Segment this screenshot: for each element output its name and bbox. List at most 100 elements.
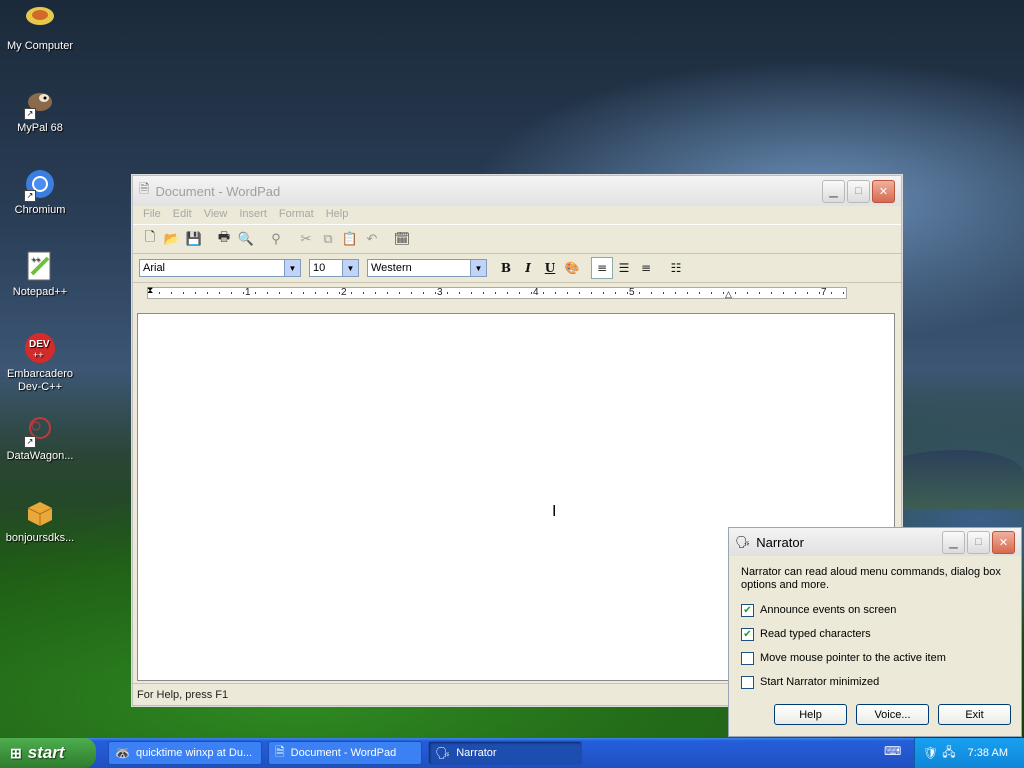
clock[interactable]: 7:38 AM	[968, 747, 1008, 759]
option-start-minimized[interactable]: Start Narrator minimized	[729, 670, 1021, 694]
menu-edit[interactable]: Edit	[167, 206, 198, 224]
copy-icon[interactable]: ⧉	[317, 228, 339, 250]
ruler-tick	[831, 292, 832, 294]
minimize-button[interactable]: ▁	[822, 179, 845, 203]
ruler-tick	[723, 292, 724, 294]
paste-icon[interactable]: 📋	[339, 228, 361, 250]
ruler-number: 1	[245, 287, 251, 298]
exit-button[interactable]: Exit	[938, 704, 1011, 725]
text-cursor-icon: I	[552, 503, 557, 520]
bullets-icon[interactable]: ☷	[665, 257, 687, 279]
insert-datetime-icon[interactable]: 🗓	[391, 228, 413, 250]
package-icon	[24, 496, 56, 528]
dropdown-arrow-icon[interactable]: ▼	[342, 260, 358, 276]
desktop-icon-devcpp[interactable]: DEV ++ Embarcadero Dev-C++	[0, 332, 80, 394]
font-size-combo[interactable]: 10 ▼	[309, 259, 359, 277]
ruler-tick	[195, 292, 196, 294]
start-button[interactable]: ⊞ start	[0, 738, 96, 768]
maximize-button[interactable]: □	[847, 179, 870, 203]
dropdown-arrow-icon[interactable]: ▼	[470, 260, 486, 276]
open-folder-icon[interactable]: 📂	[161, 228, 183, 250]
ruler-tick	[555, 292, 556, 294]
font-script-combo[interactable]: Western ▼	[367, 259, 487, 277]
bold-button[interactable]: B	[495, 257, 517, 279]
option-read-typed-characters[interactable]: ✔ Read typed characters	[729, 622, 1021, 646]
ruler-tick	[459, 292, 460, 294]
taskbar-item-narrator[interactable]: 🗣 Narrator	[428, 741, 582, 765]
font-name-combo[interactable]: Arial ▼	[139, 259, 301, 277]
option-move-mouse-pointer[interactable]: Move mouse pointer to the active item	[729, 646, 1021, 670]
maximize-button[interactable]: □	[967, 530, 990, 554]
voice-button[interactable]: Voice...	[856, 704, 929, 725]
chromium-icon: ↗	[24, 168, 56, 202]
checkbox-unchecked-icon[interactable]	[741, 675, 754, 689]
taskbar: ⊞ start 🦝 quicktime winxp at Du... 🗎 Doc…	[0, 738, 1024, 768]
ruler-tick	[531, 292, 532, 294]
taskbar-item-quicktime[interactable]: 🦝 quicktime winxp at Du...	[108, 741, 262, 765]
print-icon[interactable]: 🖶	[213, 228, 235, 250]
ruler-tick	[207, 292, 208, 294]
ruler-tick	[807, 292, 808, 294]
menu-help[interactable]: Help	[320, 206, 355, 224]
close-button[interactable]: ✕	[992, 530, 1015, 554]
desktop-icon-chromium[interactable]: ↗ Chromium	[0, 168, 80, 217]
ruler-tick	[219, 292, 220, 294]
ruler-tick	[243, 292, 244, 294]
ruler-tick	[339, 292, 340, 294]
desktop-icon-package[interactable]: bonjoursdks...	[0, 496, 80, 545]
italic-button[interactable]: I	[517, 257, 539, 279]
menu-format[interactable]: Format	[273, 206, 320, 224]
color-palette-icon[interactable]: 🎨	[561, 257, 583, 279]
undo-icon[interactable]: ↶	[361, 228, 383, 250]
left-indent-marker-icon[interactable]: ⧗	[147, 285, 153, 296]
close-button[interactable]: ✕	[872, 179, 895, 203]
ruler-tick	[303, 292, 304, 294]
print-preview-icon[interactable]: 🔍	[235, 228, 257, 250]
new-document-icon[interactable]: 🗋	[139, 228, 161, 250]
shortcut-arrow-icon: ↗	[24, 108, 36, 120]
browser-icon: 🦝	[115, 746, 130, 760]
checkbox-unchecked-icon[interactable]	[741, 651, 754, 665]
network-icon[interactable]: 🖧	[942, 743, 955, 764]
ruler-tick	[579, 292, 580, 294]
ruler-tick	[279, 292, 280, 294]
dropdown-arrow-icon[interactable]: ▼	[284, 260, 300, 276]
desktop-icon-my-computer[interactable]: My Computer	[0, 4, 80, 53]
align-right-icon[interactable]: ≡	[635, 257, 657, 279]
ruler-tick	[483, 292, 484, 294]
help-button[interactable]: Help	[774, 704, 847, 725]
ruler-tick	[231, 292, 232, 294]
ruler-tick	[447, 292, 448, 294]
ruler-tick	[423, 292, 424, 294]
menu-file[interactable]: File	[137, 206, 167, 224]
align-left-icon[interactable]: ≡	[591, 257, 613, 279]
menu-view[interactable]: View	[198, 206, 234, 224]
keyboard-icon[interactable]: ⌨	[884, 744, 901, 758]
security-icon[interactable]: 🛡	[923, 746, 938, 760]
ruler-tick	[603, 292, 604, 294]
right-indent-marker-icon[interactable]: △	[725, 289, 732, 300]
desktop-icon-datawagon[interactable]: ↗ DataWagon...	[0, 414, 80, 463]
desktop-icon-mypal[interactable]: ↗ MyPal 68	[0, 86, 80, 135]
desktop-icon-notepadpp[interactable]: ++ Notepad++	[0, 250, 80, 299]
ruler-tick	[759, 292, 760, 294]
option-announce-events[interactable]: ✔ Announce events on screen	[729, 598, 1021, 622]
checkbox-checked-icon[interactable]: ✔	[741, 603, 754, 617]
ruler[interactable]: ⧗ △ 1 2 3 4 5 7	[133, 283, 901, 305]
find-icon[interactable]: ⚲	[265, 228, 287, 250]
narrator-titlebar[interactable]: 🗣 Narrator ▁ □ ✕	[729, 528, 1021, 556]
standard-toolbar: 🗋 📂 💾 🖶 🔍 ⚲ ✂ ⧉ 📋 ↶ 🗓	[133, 224, 901, 254]
ruler-tick	[327, 292, 328, 294]
align-center-icon[interactable]: ☰	[613, 257, 635, 279]
save-icon[interactable]: 💾	[183, 228, 205, 250]
taskbar-item-wordpad[interactable]: 🗎 Document - WordPad	[268, 741, 422, 765]
menu-insert[interactable]: Insert	[233, 206, 273, 224]
underline-button[interactable]: U	[539, 257, 561, 279]
ruler-tick	[159, 292, 160, 294]
minimize-button[interactable]: ▁	[942, 530, 965, 554]
ruler-tick	[495, 292, 496, 294]
cut-icon[interactable]: ✂	[295, 228, 317, 250]
ruler-tick	[627, 292, 628, 294]
checkbox-checked-icon[interactable]: ✔	[741, 627, 754, 641]
wordpad-titlebar[interactable]: 🗎 Document - WordPad ▁ □ ✕	[133, 176, 901, 206]
